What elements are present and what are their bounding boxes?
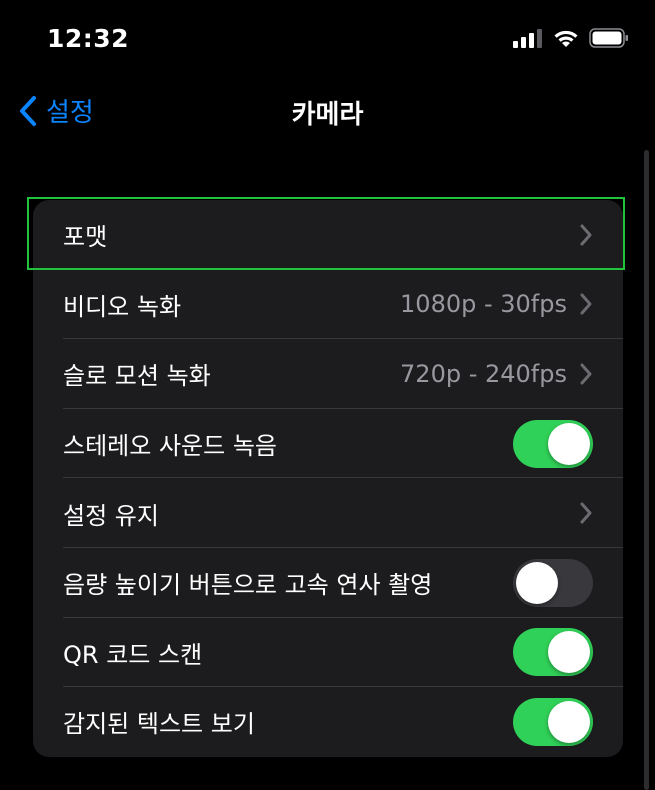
toggle-knob xyxy=(548,700,590,743)
stereo-sound-toggle[interactable] xyxy=(513,419,593,468)
setting-row-volume-burst: 음량 높이기 버튼으로 고속 연사 촬영 xyxy=(33,548,623,618)
battery-icon xyxy=(589,28,628,48)
setting-row-video-recording[interactable]: 비디오 녹화 1080p - 30fps xyxy=(33,270,623,340)
setting-value: 720p - 240fps xyxy=(400,359,567,388)
volume-burst-toggle[interactable] xyxy=(513,558,593,607)
setting-row-qr-scan: QR 코드 스캔 xyxy=(33,618,623,688)
setting-row-detected-text: 감지된 텍스트 보기 xyxy=(33,687,623,757)
chevron-right-icon xyxy=(580,293,592,315)
toggle-knob xyxy=(516,561,558,604)
detected-text-toggle[interactable] xyxy=(513,697,593,746)
setting-label: 슬로 모션 녹화 xyxy=(63,362,211,391)
setting-label: 설정 유지 xyxy=(63,501,159,530)
page-title: 카메라 xyxy=(291,100,364,130)
setting-row-slow-motion[interactable]: 슬로 모션 녹화 720p - 240fps xyxy=(33,339,623,409)
chevron-right-icon xyxy=(580,224,592,246)
setting-row-preserve-settings[interactable]: 설정 유지 xyxy=(33,478,623,548)
setting-row-stereo-sound: 스테레오 사운드 녹음 xyxy=(33,409,623,479)
status-icons xyxy=(513,28,629,48)
scroll-indicator[interactable] xyxy=(644,150,649,790)
wifi-icon xyxy=(554,30,578,47)
status-time: 12:32 xyxy=(47,24,130,53)
toggle-knob xyxy=(548,422,590,465)
setting-label: 스테레오 사운드 녹음 xyxy=(63,432,277,461)
setting-label: 감지된 텍스트 보기 xyxy=(63,710,255,739)
setting-label: QR 코드 스캔 xyxy=(63,640,203,669)
setting-label: 포맷 xyxy=(63,223,108,252)
chevron-right-icon xyxy=(580,502,592,524)
setting-label: 음량 높이기 버튼으로 고속 연사 촬영 xyxy=(63,571,433,600)
cellular-signal-icon xyxy=(513,29,542,48)
toggle-knob xyxy=(548,631,590,674)
status-bar: 12:32 xyxy=(0,0,655,80)
settings-list: 포맷 비디오 녹화 1080p - 30fps 슬로 모션 녹화 720p - … xyxy=(33,200,623,757)
setting-value: 1080p - 30fps xyxy=(400,290,567,319)
nav-bar: 설정 카메라 xyxy=(0,80,655,140)
setting-row-format[interactable]: 포맷 xyxy=(33,200,623,270)
setting-label: 비디오 녹화 xyxy=(63,292,182,321)
chevron-right-icon xyxy=(580,363,592,385)
qr-scan-toggle[interactable] xyxy=(513,628,593,677)
